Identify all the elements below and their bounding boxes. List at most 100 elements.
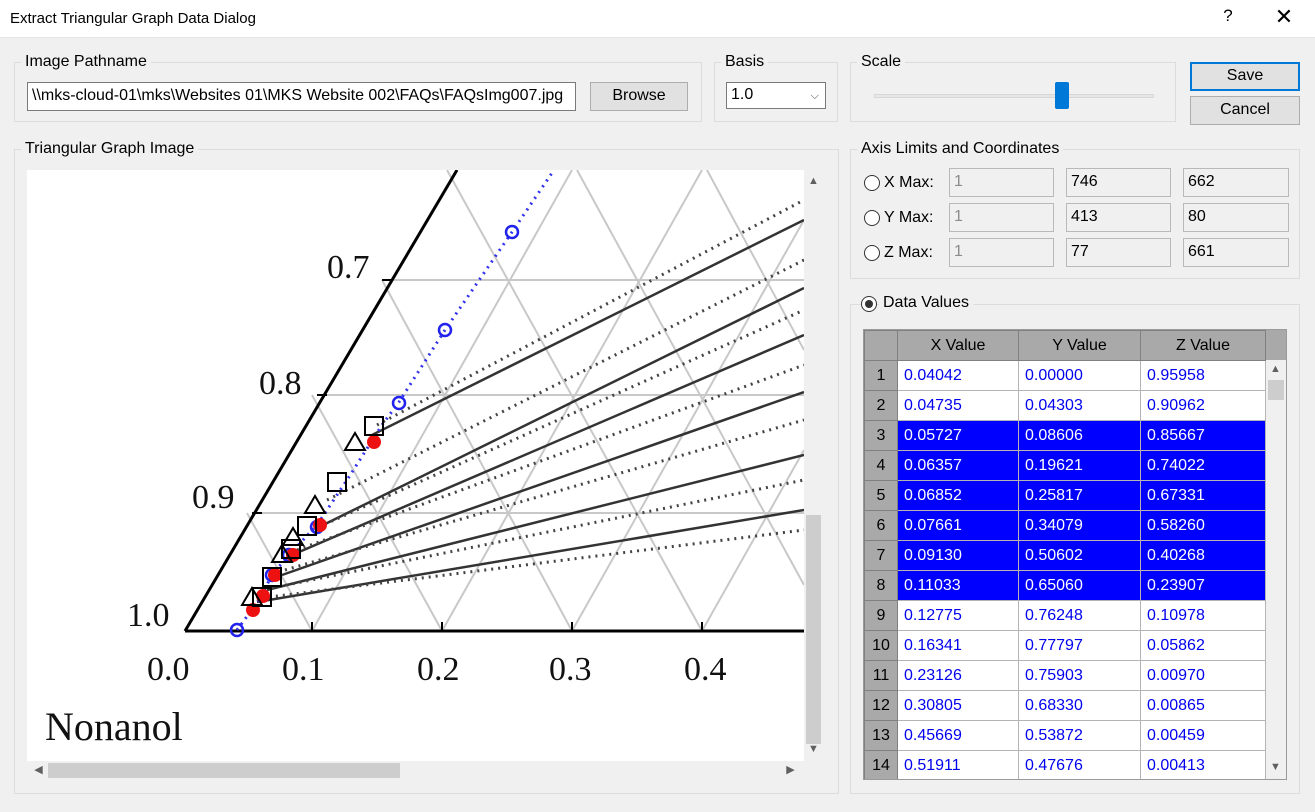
row-number-cell[interactable]: 6 (864, 510, 898, 541)
scroll-down-icon[interactable]: ▼ (1266, 758, 1285, 777)
y-value-cell[interactable]: 0.19621 (1018, 450, 1141, 481)
row-number-cell[interactable]: 12 (864, 690, 898, 721)
row-number-cell[interactable]: 14 (864, 750, 898, 779)
table-row[interactable]: 12 0.30805 0.68330 0.00865 (864, 690, 1266, 721)
z-value-cell[interactable]: 0.85667 (1140, 420, 1266, 451)
x-value-cell[interactable]: 0.05727 (897, 420, 1019, 451)
row-number-cell[interactable]: 1 (864, 360, 898, 391)
y-value-cell[interactable]: 0.34079 (1018, 510, 1141, 541)
x-value-cell[interactable]: 0.11033 (897, 570, 1019, 601)
y-value-cell[interactable]: 0.25817 (1018, 480, 1141, 511)
grid-vertical-scrollbar[interactable]: ▲ ▼ (1266, 360, 1286, 779)
table-row[interactable]: 9 0.12775 0.76248 0.10978 (864, 600, 1266, 631)
y-value-cell[interactable]: 0.75903 (1018, 660, 1141, 691)
z-value-cell[interactable]: 0.40268 (1140, 540, 1266, 571)
image-vertical-scroll-thumb[interactable] (806, 515, 821, 744)
row-number-cell[interactable]: 5 (864, 480, 898, 511)
table-row[interactable]: 6 0.07661 0.34079 0.58260 (864, 510, 1266, 541)
table-row[interactable]: 3 0.05727 0.08606 0.85667 (864, 420, 1266, 451)
row-number-cell[interactable]: 9 (864, 600, 898, 631)
x-value-cell[interactable]: 0.16341 (897, 630, 1019, 661)
table-row[interactable]: 1 0.04042 0.00000 0.95958 (864, 360, 1266, 391)
z-value-cell[interactable]: 0.95958 (1140, 360, 1266, 391)
data-values-radio[interactable] (861, 296, 877, 312)
z-value-cell[interactable]: 0.00413 (1140, 750, 1266, 779)
x-value-header[interactable]: X Value (897, 330, 1019, 361)
y-value-cell[interactable]: 0.68330 (1018, 690, 1141, 721)
close-button[interactable]: ✕ (1272, 4, 1296, 30)
table-row[interactable]: 14 0.51911 0.47676 0.00413 (864, 750, 1266, 779)
z-value-cell[interactable]: 0.00459 (1140, 720, 1266, 751)
z-value-header[interactable]: Z Value (1140, 330, 1266, 361)
row-number-cell[interactable]: 3 (864, 420, 898, 451)
x-value-cell[interactable]: 0.12775 (897, 600, 1019, 631)
y-value-header[interactable]: Y Value (1018, 330, 1141, 361)
z-value-cell[interactable]: 0.58260 (1140, 510, 1266, 541)
row-number-cell[interactable]: 8 (864, 570, 898, 601)
z-value-cell[interactable]: 0.05862 (1140, 630, 1266, 661)
x-value-cell[interactable]: 0.06852 (897, 480, 1019, 511)
table-row[interactable]: 7 0.09130 0.50602 0.40268 (864, 540, 1266, 571)
scroll-right-icon[interactable]: ▶ (781, 761, 800, 780)
basis-select[interactable]: 1.0 ⌵ (726, 82, 826, 109)
x-max-pixel-x: 746 (1066, 168, 1171, 197)
y-value-cell[interactable]: 0.76248 (1018, 600, 1141, 631)
z-value-cell[interactable]: 0.74022 (1140, 450, 1266, 481)
scroll-up-icon[interactable]: ▲ (1266, 360, 1285, 379)
x-value-cell[interactable]: 0.09130 (897, 540, 1019, 571)
table-row[interactable]: 10 0.16341 0.77797 0.05862 (864, 630, 1266, 661)
row-number-cell[interactable]: 11 (864, 660, 898, 691)
z-value-cell[interactable]: 0.00970 (1140, 660, 1266, 691)
table-row[interactable]: 4 0.06357 0.19621 0.74022 (864, 450, 1266, 481)
table-row[interactable]: 11 0.23126 0.75903 0.00970 (864, 660, 1266, 691)
table-row[interactable]: 13 0.45669 0.53872 0.00459 (864, 720, 1266, 751)
z-max-radio[interactable] (864, 245, 880, 261)
row-number-cell[interactable]: 10 (864, 630, 898, 661)
x-value-cell[interactable]: 0.04735 (897, 390, 1019, 421)
scroll-left-icon[interactable]: ◀ (29, 761, 48, 780)
row-number-cell[interactable]: 13 (864, 720, 898, 751)
grid-vertical-scroll-thumb[interactable] (1268, 380, 1284, 400)
row-number-cell[interactable]: 2 (864, 390, 898, 421)
x-value-cell[interactable]: 0.51911 (897, 750, 1019, 779)
image-horizontal-scroll-thumb[interactable] (48, 763, 400, 778)
y-value-cell[interactable]: 0.04303 (1018, 390, 1141, 421)
y-value-cell[interactable]: 0.65060 (1018, 570, 1141, 601)
x-value-cell[interactable]: 0.04042 (897, 360, 1019, 391)
scale-slider-track[interactable] (874, 94, 1154, 98)
table-row[interactable]: 2 0.04735 0.04303 0.90962 (864, 390, 1266, 421)
table-row[interactable]: 5 0.06852 0.25817 0.67331 (864, 480, 1266, 511)
save-button[interactable]: Save (1190, 62, 1300, 91)
y-max-pixel-y: 80 (1183, 203, 1289, 232)
z-value-cell[interactable]: 0.67331 (1140, 480, 1266, 511)
row-number-cell[interactable]: 7 (864, 540, 898, 571)
browse-button[interactable]: Browse (590, 82, 688, 111)
x-max-radio[interactable] (864, 175, 880, 191)
z-value-cell[interactable]: 0.00865 (1140, 690, 1266, 721)
x-value-cell[interactable]: 0.07661 (897, 510, 1019, 541)
y-value-cell[interactable]: 0.47676 (1018, 750, 1141, 779)
row-number-cell[interactable]: 4 (864, 450, 898, 481)
y-value-cell[interactable]: 0.00000 (1018, 360, 1141, 391)
y-max-radio[interactable] (864, 210, 880, 226)
data-values-grid[interactable]: X Value Y Value Z Value 1 0.04042 0.00000 0… (863, 329, 1287, 780)
y-value-cell[interactable]: 0.77797 (1018, 630, 1141, 661)
y-value-cell[interactable]: 0.50602 (1018, 540, 1141, 571)
help-button[interactable]: ? (1218, 6, 1238, 30)
x-value-cell[interactable]: 0.06357 (897, 450, 1019, 481)
x-value-cell[interactable]: 0.23126 (897, 660, 1019, 691)
scroll-up-icon[interactable]: ▲ (804, 172, 823, 191)
z-value-cell[interactable]: 0.23907 (1140, 570, 1266, 601)
table-row[interactable]: 8 0.11033 0.65060 0.23907 (864, 570, 1266, 601)
x-value-cell[interactable]: 0.30805 (897, 690, 1019, 721)
x-value-cell[interactable]: 0.45669 (897, 720, 1019, 751)
z-value-cell[interactable]: 0.10978 (1140, 600, 1266, 631)
y-value-cell[interactable]: 0.08606 (1018, 420, 1141, 451)
y-value-cell[interactable]: 0.53872 (1018, 720, 1141, 751)
graph-image-view[interactable]: 0.7 0.8 0.9 1.0 0.0 0.1 0.2 0.3 0.4 Nona… (27, 170, 804, 761)
cancel-button[interactable]: Cancel (1190, 96, 1300, 125)
z-value-cell[interactable]: 0.90962 (1140, 390, 1266, 421)
scale-slider-thumb[interactable] (1055, 82, 1069, 109)
image-path-input[interactable]: \\mks-cloud-01\mks\Websites 01\MKS Websi… (27, 82, 576, 111)
y-max-label: Y Max: (884, 209, 934, 226)
